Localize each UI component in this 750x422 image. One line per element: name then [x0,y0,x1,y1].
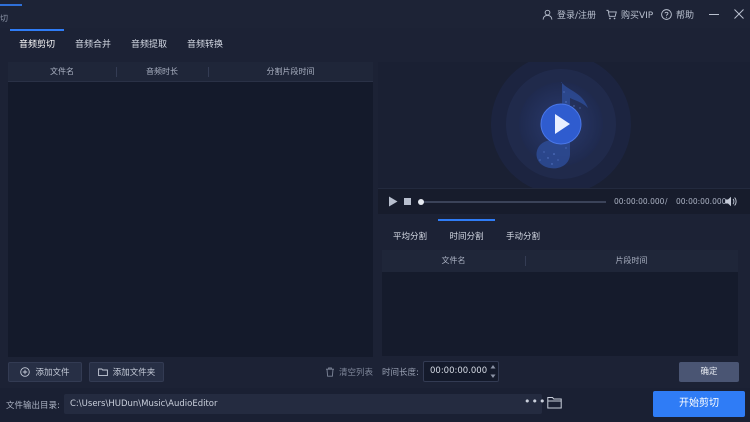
clear-list-button[interactable]: 清空列表 [325,362,373,382]
progress-handle[interactable] [418,199,424,205]
folder-icon [97,368,108,377]
buy-vip-button[interactable]: 购买VIP [606,8,653,21]
column-duration[interactable]: 音频时长 [116,62,208,82]
output-dir-label: 文件输出目录: [6,401,60,411]
main-tabs: 音频剪切 音频合并 音频提取 音频转换 [0,28,750,58]
stepper-up-icon[interactable] [490,364,496,369]
user-icon [542,9,553,20]
app-logo-accent [0,4,22,6]
segment-table-header: 文件名 片段时间 [382,250,738,272]
add-file-label: 添加文件 [35,368,70,378]
login-label: 登录/注册 [557,11,597,21]
progress-track[interactable] [420,201,606,203]
time-length-label: 时间长度: [382,368,419,378]
tab-active-indicator [10,29,64,31]
clear-list-label: 清空列表 [339,368,374,378]
add-folder-label: 添加文件夹 [112,368,156,378]
help-icon [661,9,672,20]
file-list-table[interactable]: 文件名 音频时长 分割片段时间 [8,62,373,357]
tab-audio-cut[interactable]: 音频剪切 [10,28,64,58]
minimize-icon[interactable] [708,8,720,20]
file-list-header: 文件名 音频时长 分割片段时间 [8,62,373,82]
help-label: 帮助 [676,11,695,21]
music-note-play-icon [491,54,631,194]
tab-time-split[interactable]: 时间分割 [438,228,495,246]
cart-icon [606,9,617,20]
stop-icon[interactable] [404,198,411,205]
add-file-button[interactable]: 添加文件 [8,362,82,382]
tab-audio-convert[interactable]: 音频转换 [178,28,232,58]
column-segment-time[interactable]: 分割片段时间 [208,62,373,82]
audio-player [378,54,750,194]
start-cut-button[interactable]: 开始剪切 [653,391,745,417]
vip-label: 购买VIP [621,11,654,21]
time-separator: / [665,197,668,206]
trash-icon [326,367,334,377]
play-icon[interactable] [388,196,398,207]
plus-circle-icon [20,367,31,377]
column-segment-duration[interactable]: 片段时间 [525,251,738,271]
stepper-down-icon[interactable] [490,374,496,379]
help-button[interactable]: 帮助 [661,8,694,21]
volume-icon[interactable] [725,196,737,207]
time-length-input[interactable]: 00:00:00.000 [423,361,499,382]
login-button[interactable]: 登录/注册 [542,8,596,21]
tab-average-split[interactable]: 平均分割 [382,228,438,246]
open-folder-icon[interactable] [547,396,562,409]
output-path-field[interactable]: C:\Users\HUDun\Music\AudioEditor [64,394,542,414]
split-tab-indicator [438,219,495,221]
total-time: 00:00:00.000 [676,197,727,206]
confirm-button[interactable]: 确定 [679,362,739,382]
segment-table[interactable]: 文件名 片段时间 [382,250,738,356]
column-file-name[interactable]: 文件名 [8,62,116,82]
tab-manual-split[interactable]: 手动分割 [495,228,551,246]
close-icon[interactable] [733,8,745,20]
column-segment-file-name[interactable]: 文件名 [382,251,525,271]
add-folder-button[interactable]: 添加文件夹 [89,362,164,382]
tab-audio-extract[interactable]: 音频提取 [122,28,176,58]
tab-audio-merge[interactable]: 音频合并 [66,28,120,58]
current-time: 00:00:00.000 [614,197,665,206]
browse-more-button[interactable]: ••• [524,395,546,408]
window-title: 切 [0,14,8,23]
